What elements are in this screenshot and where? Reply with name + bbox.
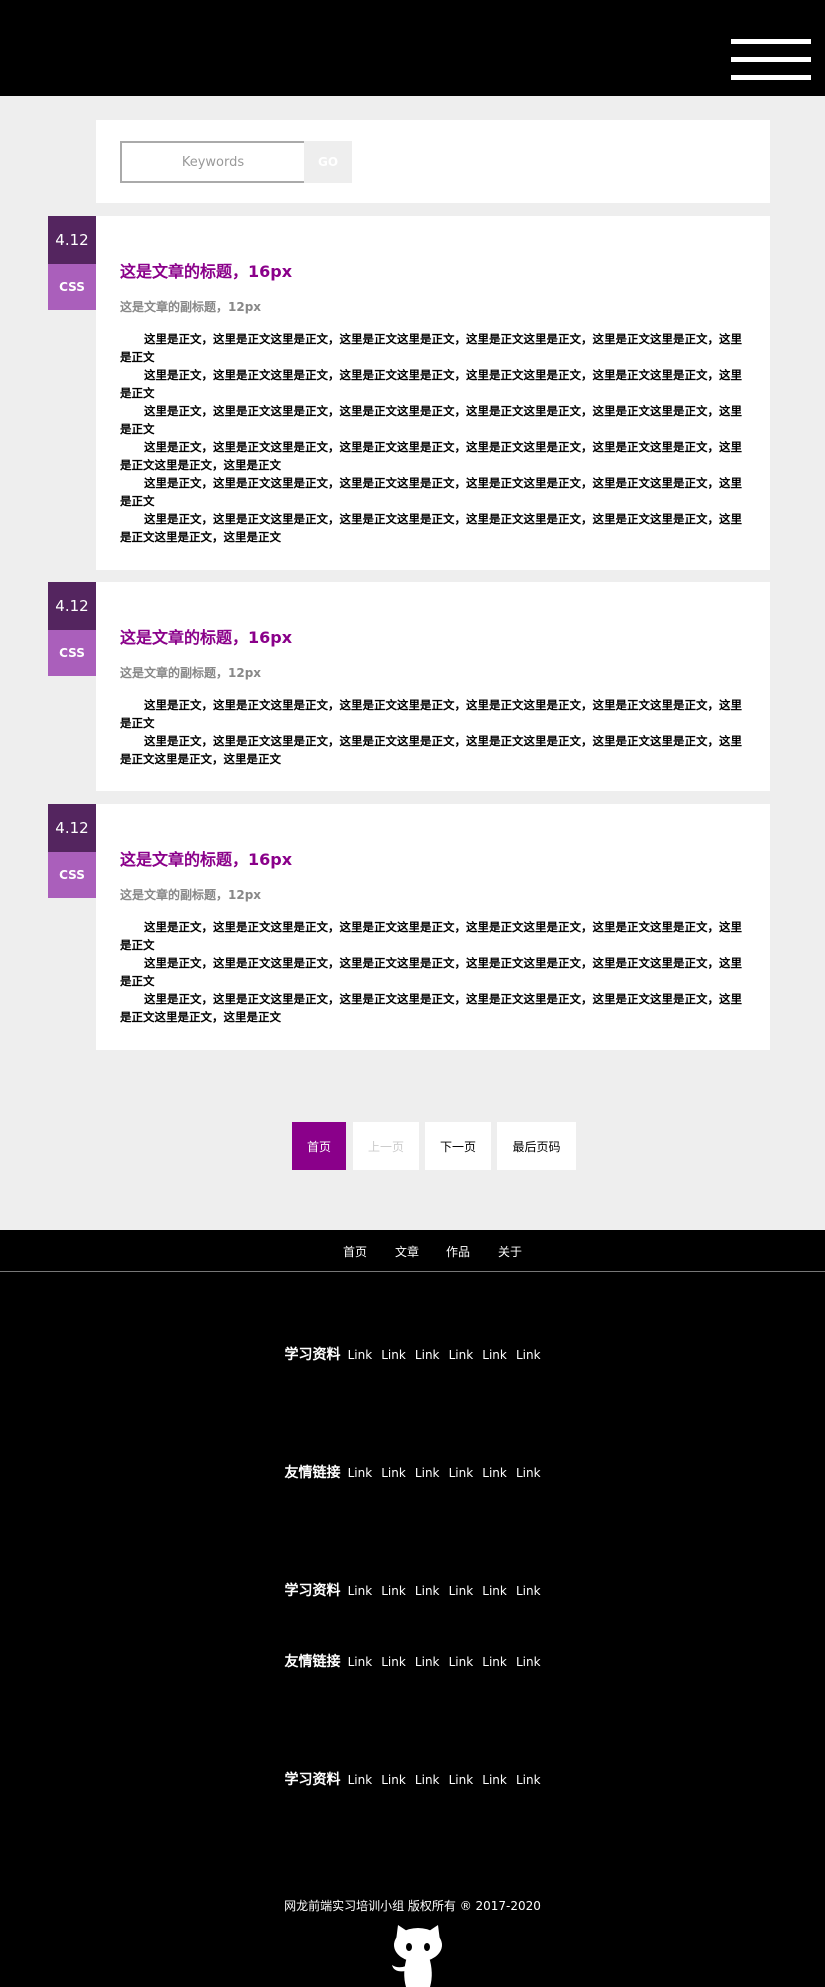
article-paragraph: 这里是正文，这里是正文这里是正文，这里是正文这里是正文，这里是正文这里是正文，这… [120,512,742,544]
article-paragraph: 这里是正文，这里是正文这里是正文，这里是正文这里是正文，这里是正文这里是正文，这… [120,476,742,508]
footer-link[interactable]: Link [449,1655,474,1669]
link-row-title: 友情链接 [284,1654,341,1670]
footer-link[interactable]: Link [348,1348,373,1362]
footer-link-row: 学习资料 Link Link Link Link Link Link [0,1580,825,1600]
page-first-button[interactable]: 首页 [292,1122,346,1170]
footer-link[interactable]: Link [348,1655,373,1669]
date-badge: 4.12 [48,804,96,852]
date-badge: 4.12 [48,216,96,264]
search-go-button[interactable]: GO [304,141,352,183]
footer-link[interactable]: Link [348,1773,373,1787]
category-badge[interactable]: CSS [48,852,96,898]
article-paragraph: 这里是正文，这里是正文这里是正文，这里是正文这里是正文，这里是正文这里是正文，这… [120,404,742,436]
footer-link[interactable]: Link [381,1466,406,1480]
category-badge[interactable]: CSS [48,630,96,676]
article-subtitle: 这是文章的副标题，12px [120,300,262,314]
search-input[interactable] [120,141,304,183]
link-row-title: 学习资料 [284,1583,341,1599]
footer-link-row: 学习资料 Link Link Link Link Link Link [0,1769,825,1789]
article-paragraph: 这里是正文，这里是正文这里是正文，这里是正文这里是正文，这里是正文这里是正文，这… [120,956,742,988]
github-octocat-icon[interactable] [388,1921,448,1987]
footer-nav-home[interactable]: 首页 [343,1243,367,1260]
article-subtitle: 这是文章的副标题，12px [120,666,262,680]
footer-link[interactable]: Link [449,1584,474,1598]
link-row-title: 学习资料 [284,1772,341,1788]
article-title[interactable]: 这是文章的标题，16px [120,846,292,870]
footer-link[interactable]: Link [415,1773,440,1787]
article-body: 这里是正文，这里是正文这里是正文，这里是正文这里是正文，这里是正文这里是正文，这… [120,918,748,1026]
footer-link[interactable]: Link [449,1466,474,1480]
menu-icon-bar [731,75,811,80]
page-next-button[interactable]: 下一页 [425,1122,491,1170]
article-paragraph: 这里是正文，这里是正文这里是正文，这里是正文这里是正文，这里是正文这里是正文，这… [120,332,742,364]
footer-link[interactable]: Link [415,1466,440,1480]
footer-link[interactable]: Link [449,1773,474,1787]
footer-link[interactable]: Link [381,1655,406,1669]
article-body: 这里是正文，这里是正文这里是正文，这里是正文这里是正文，这里是正文这里是正文，这… [120,330,748,546]
copyright-text: 网龙前端实习培训小组 版权所有 ® 2017-2020 [284,1899,541,1913]
footer-link[interactable]: Link [348,1466,373,1480]
article-card: 4.12 CSS 这是文章的标题，16px 这是文章的副标题，12px 这里是正… [48,804,770,1050]
footer-link[interactable]: Link [482,1655,507,1669]
top-bar [0,0,825,96]
footer-link[interactable]: Link [348,1584,373,1598]
article-paragraph: 这里是正文，这里是正文这里是正文，这里是正文这里是正文，这里是正文这里是正文，这… [120,698,742,730]
menu-icon[interactable] [731,39,811,81]
footer-link[interactable]: Link [415,1655,440,1669]
footer-link[interactable]: Link [516,1466,541,1480]
footer-link[interactable]: Link [415,1584,440,1598]
article-card: 4.12 CSS 这是文章的标题，16px 这是文章的副标题，12px 这里是正… [48,216,770,570]
pagination: 首页 上一页 下一页 最后页码 [0,1122,825,1170]
menu-icon-bar [731,39,811,44]
article-paragraph: 这里是正文，这里是正文这里是正文，这里是正文这里是正文，这里是正文这里是正文，这… [120,734,742,766]
footer-link-row: 学习资料 Link Link Link Link Link Link [0,1344,825,1364]
footer-link[interactable]: Link [516,1773,541,1787]
footer-link[interactable]: Link [482,1773,507,1787]
article-subtitle: 这是文章的副标题，12px [120,888,262,902]
article-paragraph: 这里是正文，这里是正文这里是正文，这里是正文这里是正文，这里是正文这里是正文，这… [120,920,742,952]
date-badge: 4.12 [48,582,96,630]
footer-link[interactable]: Link [516,1348,541,1362]
search-panel: GO [96,120,770,203]
footer: 首页 文章 作品 关于 学习资料 Link Link Link Link Lin… [0,1230,825,1987]
page-last-button[interactable]: 最后页码 [497,1122,576,1170]
footer-link[interactable]: Link [381,1584,406,1598]
footer-link[interactable]: Link [381,1348,406,1362]
footer-nav: 首页 文章 作品 关于 [0,1230,825,1272]
article-title[interactable]: 这是文章的标题，16px [120,258,292,282]
link-row-title: 学习资料 [284,1347,341,1363]
page-prev-button[interactable]: 上一页 [353,1122,419,1170]
footer-nav-articles[interactable]: 文章 [395,1243,419,1260]
category-badge[interactable]: CSS [48,264,96,310]
footer-link-row: 友情链接 Link Link Link Link Link Link [0,1462,825,1482]
article-paragraph: 这里是正文，这里是正文这里是正文，这里是正文这里是正文，这里是正文这里是正文，这… [120,992,742,1024]
footer-link[interactable]: Link [449,1348,474,1362]
footer-link-row: 友情链接 Link Link Link Link Link Link [0,1651,825,1671]
footer-link[interactable]: Link [482,1348,507,1362]
footer-link[interactable]: Link [482,1584,507,1598]
article-title[interactable]: 这是文章的标题，16px [120,624,292,648]
footer-link[interactable]: Link [415,1348,440,1362]
footer-link[interactable]: Link [516,1655,541,1669]
article-body: 这里是正文，这里是正文这里是正文，这里是正文这里是正文，这里是正文这里是正文，这… [120,696,748,768]
footer-link[interactable]: Link [516,1584,541,1598]
footer-nav-about[interactable]: 关于 [498,1243,522,1260]
article-paragraph: 这里是正文，这里是正文这里是正文，这里是正文这里是正文，这里是正文这里是正文，这… [120,368,742,400]
article-card: 4.12 CSS 这是文章的标题，16px 这是文章的副标题，12px 这里是正… [48,582,770,791]
footer-nav-works[interactable]: 作品 [446,1243,470,1260]
menu-icon-bar [731,57,811,62]
link-row-title: 友情链接 [284,1465,341,1481]
footer-link[interactable]: Link [482,1466,507,1480]
article-paragraph: 这里是正文，这里是正文这里是正文，这里是正文这里是正文，这里是正文这里是正文，这… [120,440,742,472]
footer-link[interactable]: Link [381,1773,406,1787]
